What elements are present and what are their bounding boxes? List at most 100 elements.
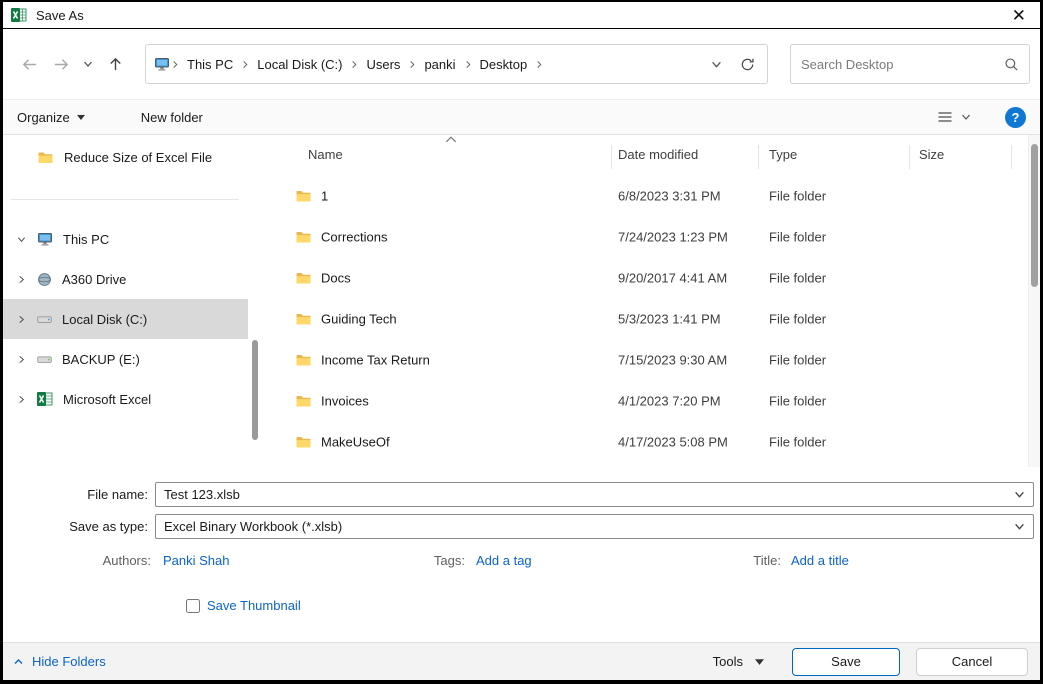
save-as-type-select[interactable]: Excel Binary Workbook (*.xlsb) bbox=[155, 514, 1034, 539]
sidebar-item-label: Local Disk (C:) bbox=[62, 312, 147, 327]
file-rows: 1 6/8/2023 3:31 PM File folder Correctio… bbox=[263, 175, 1028, 462]
save-button[interactable]: Save bbox=[792, 648, 900, 676]
file-row[interactable]: Invoices 4/1/2023 7:20 PM File folder bbox=[263, 380, 1028, 421]
column-header-name[interactable]: Name bbox=[308, 147, 343, 162]
file-type: File folder bbox=[769, 352, 826, 367]
file-date: 7/15/2023 9:30 AM bbox=[618, 352, 727, 367]
column-header-size[interactable]: Size bbox=[919, 147, 944, 162]
sidebar-item-backup-e[interactable]: BACKUP (E:) bbox=[3, 339, 248, 379]
breadcrumb-separator-icon bbox=[170, 60, 180, 69]
sort-ascending-icon[interactable] bbox=[445, 136, 457, 143]
breadcrumb-separator-icon bbox=[534, 60, 544, 69]
chevron-down-icon[interactable] bbox=[1006, 489, 1025, 500]
chevron-right-icon[interactable] bbox=[13, 275, 29, 284]
folder-icon bbox=[295, 434, 312, 449]
close-icon[interactable]: ✕ bbox=[1006, 7, 1032, 24]
file-list-scrollbar[interactable] bbox=[1028, 135, 1040, 467]
sidebar-item-this-pc[interactable]: This PC bbox=[3, 219, 248, 259]
sidebar-scrollbar[interactable] bbox=[252, 340, 258, 440]
sidebar-item-label: Reduce Size of Excel File bbox=[64, 150, 212, 165]
column-headers: Name Date modified Type Size bbox=[263, 143, 1028, 169]
authors-value[interactable]: Panki Shah bbox=[163, 553, 230, 568]
hide-folders-button[interactable]: Hide Folders bbox=[13, 654, 106, 669]
refresh-icon[interactable] bbox=[740, 57, 755, 72]
search-icon[interactable] bbox=[1004, 57, 1019, 72]
view-mode-button[interactable] bbox=[937, 109, 971, 125]
chevron-down-icon[interactable] bbox=[1006, 521, 1025, 532]
file-date: 6/8/2023 3:31 PM bbox=[618, 188, 721, 203]
back-icon[interactable] bbox=[13, 48, 45, 80]
folder-icon bbox=[37, 150, 54, 165]
file-date: 4/17/2023 5:08 PM bbox=[618, 434, 728, 449]
search-input[interactable] bbox=[801, 57, 1004, 72]
column-separator[interactable] bbox=[1011, 145, 1012, 169]
file-row[interactable]: Income Tax Return 7/15/2023 9:30 AM File… bbox=[263, 339, 1028, 380]
metadata-row: Authors: Panki Shah Tags: Add a tag Titl… bbox=[3, 553, 1040, 573]
save-form: File name: Save as type: Excel Binary Wo… bbox=[3, 467, 1040, 642]
recent-locations-chevron-icon[interactable] bbox=[77, 48, 99, 80]
content-area: Reduce Size of Excel File This PC bbox=[3, 135, 1040, 467]
sidebar-item-reduce-size[interactable]: Reduce Size of Excel File bbox=[3, 137, 248, 177]
save-as-dialog: Save As ✕ bbox=[0, 0, 1043, 684]
file-row[interactable]: Corrections 7/24/2023 1:23 PM File folde… bbox=[263, 216, 1028, 257]
file-row[interactable]: MakeUseOf 4/17/2023 5:08 PM File folder bbox=[263, 421, 1028, 462]
excel-logo-icon bbox=[11, 7, 27, 23]
file-row[interactable]: Guiding Tech 5/3/2023 1:41 PM File folde… bbox=[263, 298, 1028, 339]
sidebar-item-label: This PC bbox=[63, 232, 109, 247]
sidebar-item-local-disk-c[interactable]: Local Disk (C:) bbox=[3, 299, 248, 339]
organize-button[interactable]: Organize bbox=[17, 110, 85, 125]
sidebar-item-a360-drive[interactable]: A360 Drive bbox=[3, 259, 248, 299]
footer-bar: Hide Folders Tools Save Cancel bbox=[3, 642, 1040, 680]
dialog-title: Save As bbox=[36, 8, 84, 23]
add-tag-link[interactable]: Add a tag bbox=[476, 553, 532, 568]
file-name: MakeUseOf bbox=[321, 434, 390, 449]
sidebar-item-label: A360 Drive bbox=[62, 272, 126, 287]
forward-icon[interactable] bbox=[45, 48, 77, 80]
file-name: Docs bbox=[321, 270, 351, 285]
column-separator[interactable] bbox=[611, 145, 612, 169]
address-bar[interactable]: This PC Local Disk (C:) Users panki Desk… bbox=[145, 44, 768, 84]
file-row[interactable]: Docs 9/20/2017 4:41 AM File folder bbox=[263, 257, 1028, 298]
drive-icon bbox=[37, 352, 52, 367]
chevron-right-icon[interactable] bbox=[13, 355, 29, 364]
new-folder-label: New folder bbox=[141, 110, 203, 125]
file-name-combo[interactable] bbox=[155, 482, 1034, 507]
address-dropdown-chevron-icon[interactable] bbox=[711, 59, 722, 70]
cancel-button[interactable]: Cancel bbox=[916, 648, 1028, 676]
excel-icon bbox=[37, 391, 53, 407]
file-row[interactable]: 1 6/8/2023 3:31 PM File folder bbox=[263, 175, 1028, 216]
breadcrumb-segment[interactable]: This PC bbox=[180, 57, 240, 72]
chevron-right-icon[interactable] bbox=[13, 315, 29, 324]
file-type: File folder bbox=[769, 434, 826, 449]
sidebar-item-label: BACKUP (E:) bbox=[62, 352, 140, 367]
breadcrumb-segment[interactable]: Desktop bbox=[473, 57, 535, 72]
chevron-down-icon[interactable] bbox=[13, 235, 29, 244]
save-as-type-value: Excel Binary Workbook (*.xlsb) bbox=[164, 519, 1006, 534]
file-name-input[interactable] bbox=[164, 487, 1006, 502]
column-separator[interactable] bbox=[758, 145, 759, 169]
drive-icon bbox=[37, 312, 52, 327]
new-folder-button[interactable]: New folder bbox=[141, 110, 203, 125]
column-header-date-modified[interactable]: Date modified bbox=[618, 147, 698, 162]
title-bar: Save As ✕ bbox=[3, 2, 1040, 29]
column-header-type[interactable]: Type bbox=[769, 147, 797, 162]
up-icon[interactable] bbox=[99, 48, 131, 80]
dropdown-triangle-icon bbox=[755, 659, 764, 665]
scrollbar-thumb[interactable] bbox=[1031, 144, 1038, 287]
file-name: Invoices bbox=[321, 393, 369, 408]
chevron-right-icon[interactable] bbox=[13, 395, 29, 404]
breadcrumb-segment[interactable]: Local Disk (C:) bbox=[250, 57, 349, 72]
column-separator[interactable] bbox=[909, 145, 910, 169]
breadcrumb-segment[interactable]: Users bbox=[359, 57, 407, 72]
sidebar-item-microsoft-excel[interactable]: Microsoft Excel bbox=[3, 379, 248, 419]
folder-icon bbox=[295, 393, 312, 408]
save-thumbnail-label[interactable]: Save Thumbnail bbox=[207, 598, 301, 613]
save-thumbnail-checkbox[interactable] bbox=[186, 599, 200, 613]
help-button[interactable]: ? bbox=[1005, 107, 1026, 128]
file-date: 4/1/2023 7:20 PM bbox=[618, 393, 721, 408]
add-title-link[interactable]: Add a title bbox=[791, 553, 849, 568]
navigation-pane: Reduce Size of Excel File This PC bbox=[3, 135, 248, 467]
tools-button[interactable]: Tools bbox=[713, 654, 764, 669]
search-box[interactable] bbox=[790, 44, 1030, 84]
breadcrumb-segment[interactable]: panki bbox=[417, 57, 462, 72]
